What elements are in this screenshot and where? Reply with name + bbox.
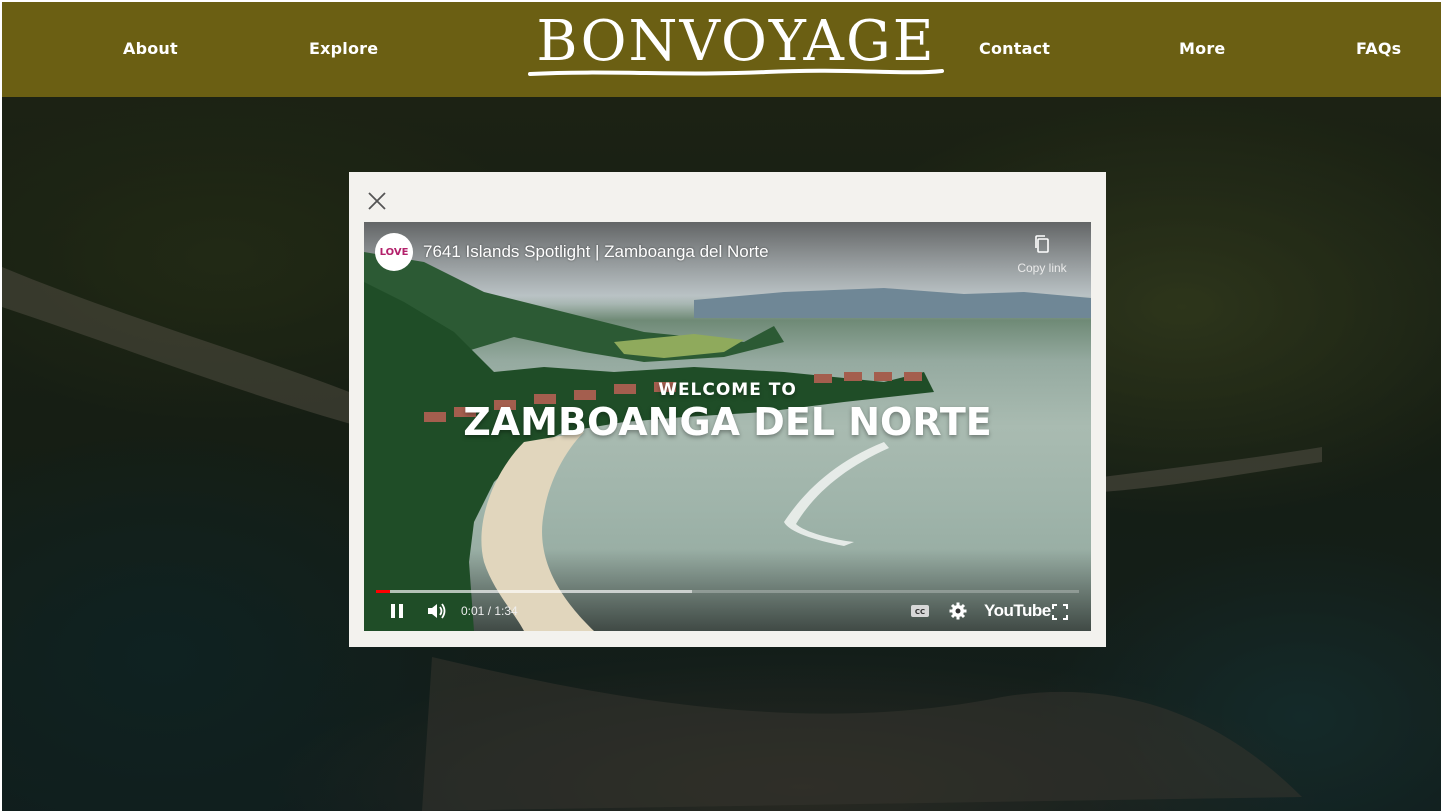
pause-icon bbox=[391, 604, 403, 618]
video-title[interactable]: 7641 Islands Spotlight | Zamboanga del N… bbox=[423, 242, 769, 262]
progress-played bbox=[376, 590, 391, 593]
progress-buffered bbox=[376, 590, 693, 593]
video-overlay-subtitle: WELCOME TO bbox=[658, 380, 797, 400]
logo-text: BONVOYAGE bbox=[536, 9, 936, 74]
close-icon bbox=[368, 192, 386, 210]
nav-more[interactable]: More bbox=[1179, 39, 1225, 58]
fullscreen-icon bbox=[1052, 604, 1068, 620]
copy-icon bbox=[1035, 235, 1049, 253]
volume-icon bbox=[428, 603, 446, 619]
site-header: About Explore BONVOYAGE Contact More FAQ… bbox=[0, 0, 1441, 97]
captions-icon: CC bbox=[911, 605, 929, 617]
modal-close-button[interactable] bbox=[366, 190, 388, 212]
progress-bar[interactable] bbox=[376, 590, 1079, 593]
nav-faqs[interactable]: FAQs bbox=[1356, 39, 1401, 58]
nav-explore[interactable]: Explore bbox=[309, 39, 378, 58]
fullscreen-button[interactable] bbox=[1052, 604, 1068, 625]
site-logo[interactable]: BONVOYAGE bbox=[526, 10, 946, 82]
svg-text:CC: CC bbox=[915, 608, 925, 616]
copy-link-label: Copy link bbox=[1017, 261, 1067, 275]
captions-button[interactable]: CC bbox=[910, 604, 930, 623]
copy-link-button[interactable]: Copy link bbox=[1010, 234, 1074, 275]
settings-icon bbox=[949, 602, 967, 620]
logo-underline-icon bbox=[528, 68, 944, 76]
settings-button[interactable] bbox=[949, 602, 967, 625]
channel-avatar[interactable]: LOVE bbox=[375, 233, 413, 271]
youtube-player[interactable]: LOVE 7641 Islands Spotlight | Zamboanga … bbox=[364, 222, 1091, 631]
time-display: 0:01 / 1:34 bbox=[461, 604, 518, 618]
volume-button[interactable] bbox=[426, 601, 448, 626]
video-overlay-title: ZAMBOANGA DEL NORTE bbox=[463, 400, 992, 444]
nav-contact[interactable]: Contact bbox=[979, 39, 1050, 58]
nav-about[interactable]: About bbox=[123, 39, 178, 58]
pause-button[interactable] bbox=[389, 602, 405, 625]
youtube-logo[interactable]: YouTube bbox=[984, 601, 1051, 621]
